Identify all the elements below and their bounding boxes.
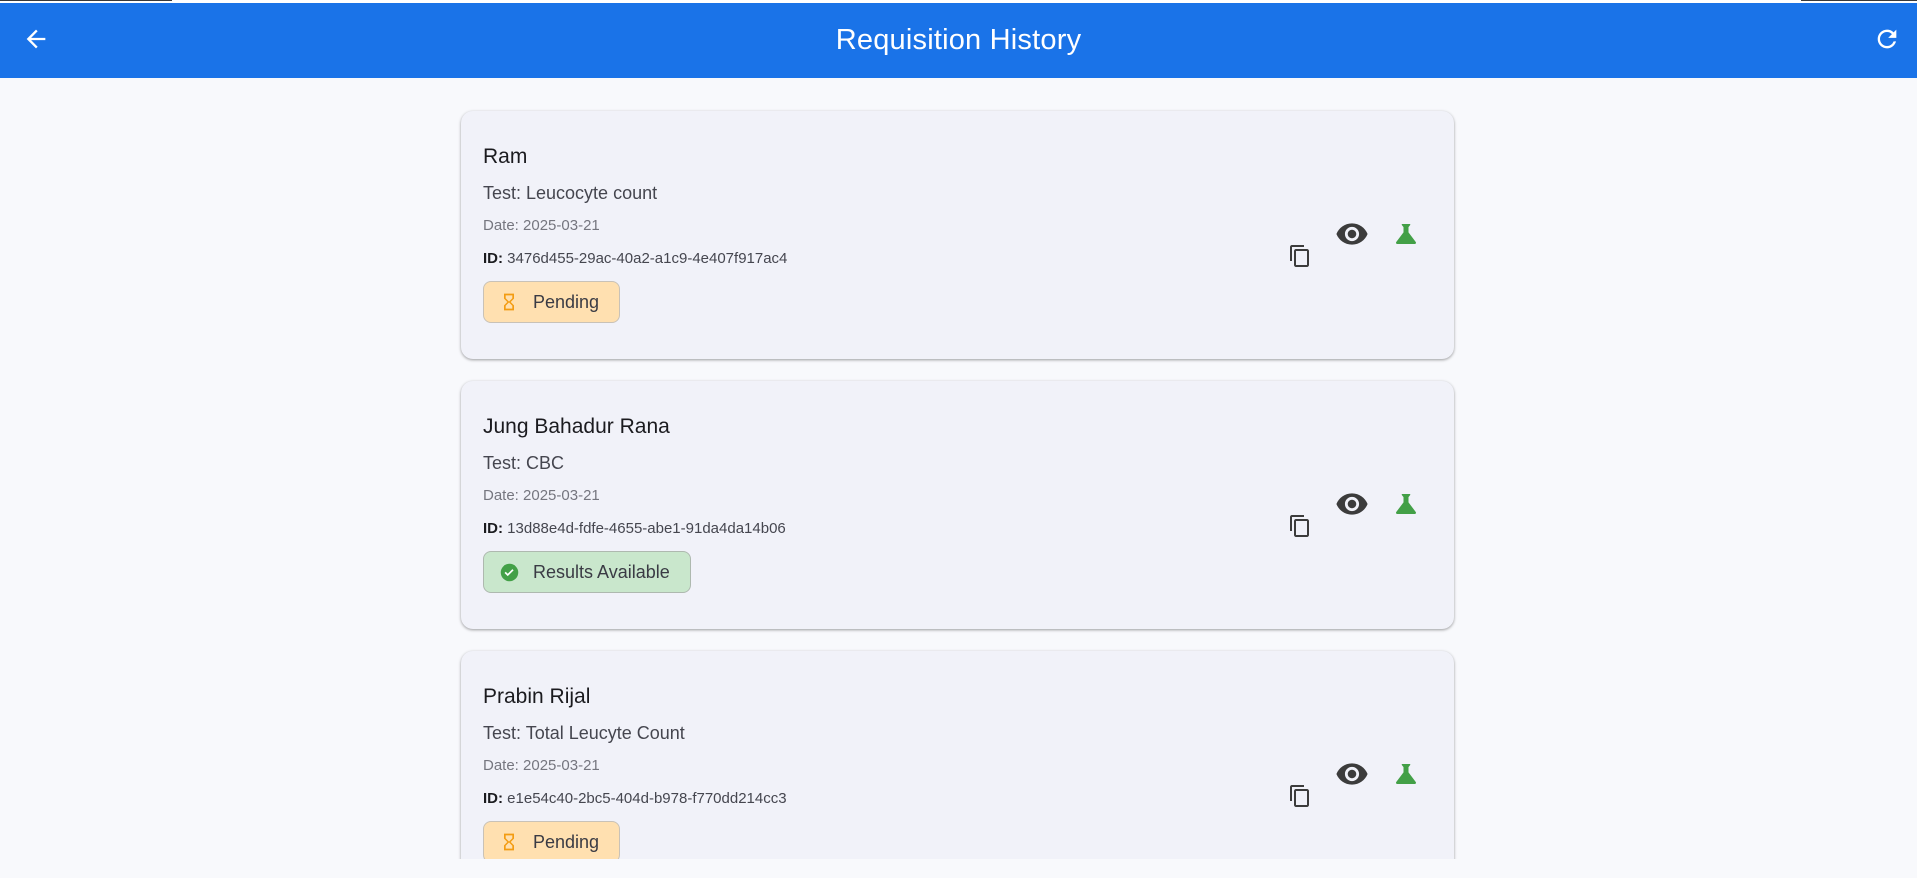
eye-icon — [1336, 493, 1368, 515]
lab-results-button[interactable] — [1386, 754, 1426, 794]
requisition-date: Date: 2025-03-21 — [483, 757, 600, 774]
copy-id-button[interactable] — [1283, 509, 1317, 543]
flask-icon — [1396, 764, 1416, 784]
requisition-card[interactable]: Jung Bahadur Rana Test: CBC Date: 2025-0… — [461, 381, 1454, 629]
test-name: Test: Leucocyte count — [483, 183, 658, 203]
view-details-button[interactable] — [1332, 214, 1372, 254]
requisition-card[interactable]: Prabin Rijal Test: Total Leucyte Count D… — [461, 651, 1454, 859]
status-badge: Pending — [483, 821, 621, 859]
test-name: Test: CBC — [483, 453, 565, 473]
id-value: 13d88e4d-fdfe-4655-abe1-91da4da14b06 — [507, 520, 786, 537]
check-circle-icon — [498, 561, 520, 583]
hourglass-icon — [498, 291, 520, 313]
top-strip-line — [1801, 0, 1917, 1]
test-name: Test: Total Leucyte Count — [483, 723, 685, 743]
view-details-button[interactable] — [1332, 754, 1372, 794]
id-value: 3476d455-29ac-40a2-a1c9-4e407f917ac4 — [507, 250, 788, 267]
patient-name: Ram — [483, 145, 528, 168]
status-label: Results Available — [533, 561, 670, 582]
refresh-button[interactable] — [1865, 17, 1909, 61]
status-badge: Results Available — [483, 551, 691, 593]
id-label: ID: — [483, 250, 503, 267]
id-label: ID: — [483, 790, 503, 807]
flask-icon — [1396, 224, 1416, 244]
top-strip-line — [0, 0, 172, 1]
id-label: ID: — [483, 520, 503, 537]
eye-icon — [1336, 763, 1368, 785]
app-bar: Requisition History — [0, 3, 1917, 78]
flask-icon — [1396, 494, 1416, 514]
requisition-list: Ram Test: Leucocyte count Date: 2025-03-… — [0, 78, 1917, 859]
patient-name: Prabin Rijal — [483, 685, 591, 708]
eye-icon — [1336, 223, 1368, 245]
page-title: Requisition History — [835, 24, 1082, 56]
requisition-date: Date: 2025-03-21 — [483, 217, 600, 234]
hourglass-icon — [498, 831, 520, 853]
lab-results-button[interactable] — [1386, 484, 1426, 524]
requisition-card[interactable]: Ram Test: Leucocyte count Date: 2025-03-… — [461, 111, 1454, 359]
status-label: Pending — [533, 831, 600, 852]
refresh-icon — [1877, 29, 1897, 49]
back-button[interactable] — [14, 17, 58, 61]
copy-id-button[interactable] — [1283, 779, 1317, 813]
requisition-id: ID: 13d88e4d-fdfe-4655-abe1-91da4da14b06 — [483, 520, 786, 537]
requisition-id: ID: e1e54c40-2bc5-404d-b978-f770dd214cc3 — [483, 790, 787, 807]
lab-results-button[interactable] — [1386, 214, 1426, 254]
copy-icon — [1290, 515, 1309, 537]
view-details-button[interactable] — [1332, 484, 1372, 524]
status-label: Pending — [533, 291, 600, 312]
copy-icon — [1290, 245, 1309, 267]
status-badge: Pending — [483, 281, 621, 323]
copy-id-button[interactable] — [1283, 239, 1317, 273]
patient-name: Jung Bahadur Rana — [483, 415, 670, 438]
requisition-id: ID: 3476d455-29ac-40a2-a1c9-4e407f917ac4 — [483, 250, 787, 267]
requisition-date: Date: 2025-03-21 — [483, 487, 600, 504]
arrow-back-icon — [26, 29, 46, 49]
id-value: e1e54c40-2bc5-404d-b978-f770dd214cc3 — [507, 790, 787, 807]
copy-icon — [1290, 785, 1309, 807]
